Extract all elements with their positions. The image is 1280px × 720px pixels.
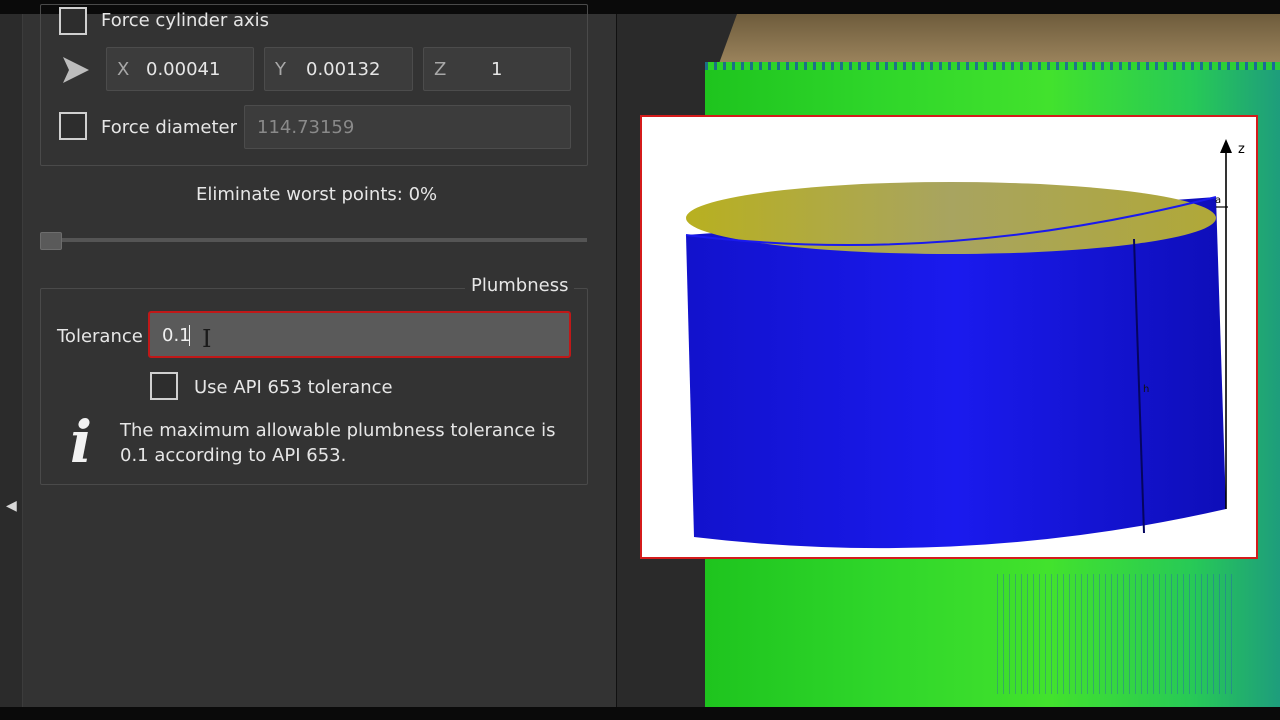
eliminate-worst-points-slider-handle[interactable] [40, 232, 62, 250]
tolerance-value: 0.1 [162, 325, 191, 346]
axis-z-value: 1 [491, 59, 503, 80]
z-axis-label: z [1238, 142, 1245, 157]
scan-noise [997, 574, 1237, 694]
axis-x-field[interactable]: X 0.00041 [106, 47, 254, 91]
axis-y-label: Y [275, 59, 286, 80]
force-diameter-checkbox[interactable] [59, 112, 87, 140]
ibeam-cursor-icon: I [202, 325, 212, 353]
axis-y-value: 0.00132 [306, 59, 381, 80]
height-label-h: h [1143, 384, 1149, 395]
axis-y-field[interactable]: Y 0.00132 [264, 47, 413, 91]
force-diameter-value: 114.73159 [257, 117, 355, 138]
z-axis-arrowhead [1220, 139, 1232, 153]
chevron-left-icon[interactable]: ◀ [6, 498, 17, 514]
collapse-strip[interactable]: ◀ [0, 14, 23, 707]
eliminate-worst-points-label: Eliminate worst points: 0% [196, 184, 438, 205]
axis-x-label: X [117, 59, 130, 80]
force-diameter-label: Force diameter [101, 117, 238, 138]
tolerance-label: Tolerance [57, 326, 143, 347]
tolerance-input[interactable]: 0.1 I [148, 311, 571, 358]
plumbness-diagram: z a h [685, 139, 1245, 549]
axis-z-field[interactable]: Z 1 [423, 47, 571, 91]
text-caret [189, 325, 190, 346]
offset-label-a: a [1215, 195, 1221, 206]
scan-top-surface [717, 14, 1280, 69]
force-cylinder-axis-checkbox[interactable] [59, 7, 87, 35]
use-api-653-label: Use API 653 tolerance [194, 377, 393, 398]
axis-z-label: Z [434, 59, 447, 80]
axis-x-value: 0.00041 [146, 59, 221, 80]
force-diameter-field[interactable]: 114.73159 [244, 105, 571, 149]
eliminate-worst-points-slider-track[interactable] [41, 238, 587, 242]
play-triangle-icon[interactable] [61, 57, 89, 83]
use-api-653-checkbox[interactable] [150, 372, 178, 400]
plumbness-diagram-inset: z a h [640, 115, 1258, 559]
plumbness-title: Plumbness [465, 275, 575, 296]
plumbness-info-text: The maximum allowable plumbness toleranc… [120, 420, 556, 466]
force-cylinder-axis-label: Force cylinder axis [101, 10, 270, 31]
bottom-bar [0, 707, 1280, 720]
scan-edge-noise [705, 62, 1280, 70]
info-icon: i [70, 408, 93, 476]
